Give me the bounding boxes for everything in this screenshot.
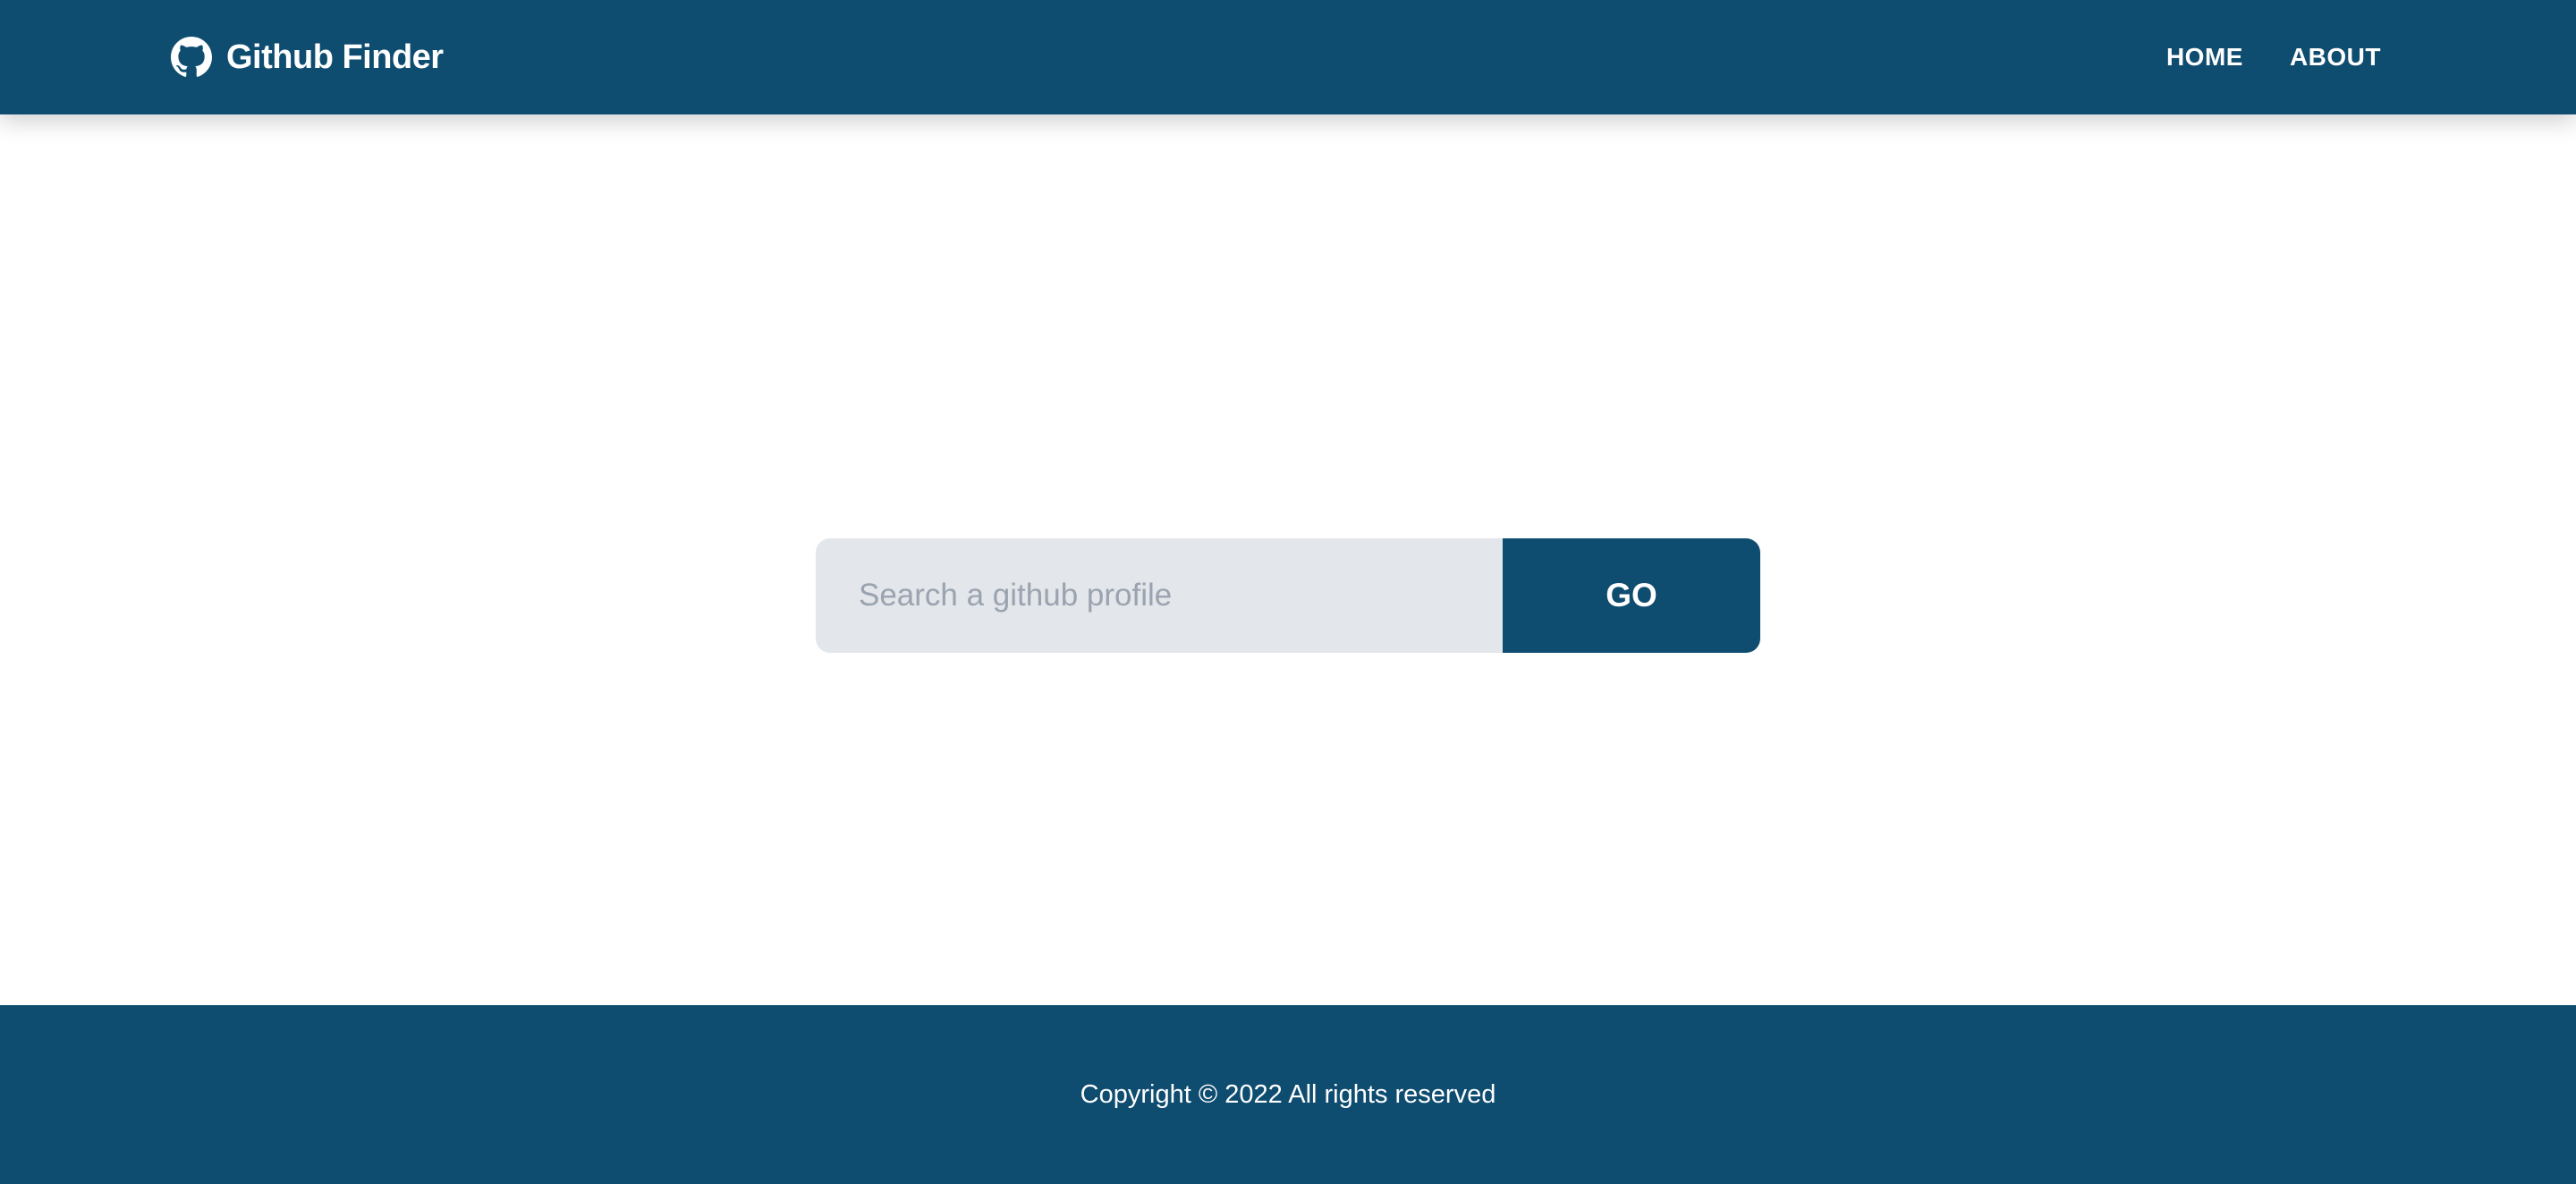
navbar: Github Finder HOME ABOUT [0,0,2576,114]
footer: Copyright © 2022 All rights reserved [0,1005,2576,1184]
nav-links: HOME ABOUT [2166,39,2381,75]
footer-copyright: Copyright © 2022 All rights reserved [1080,1079,1496,1109]
brand-link[interactable]: Github Finder [171,36,444,79]
github-icon [171,37,212,78]
search-form: GO [816,538,1760,653]
nav-link-home[interactable]: HOME [2166,39,2243,75]
brand-title: Github Finder [226,38,444,76]
go-button[interactable]: GO [1503,538,1760,653]
nav-link-about[interactable]: ABOUT [2290,39,2381,75]
search-input[interactable] [816,538,1503,653]
